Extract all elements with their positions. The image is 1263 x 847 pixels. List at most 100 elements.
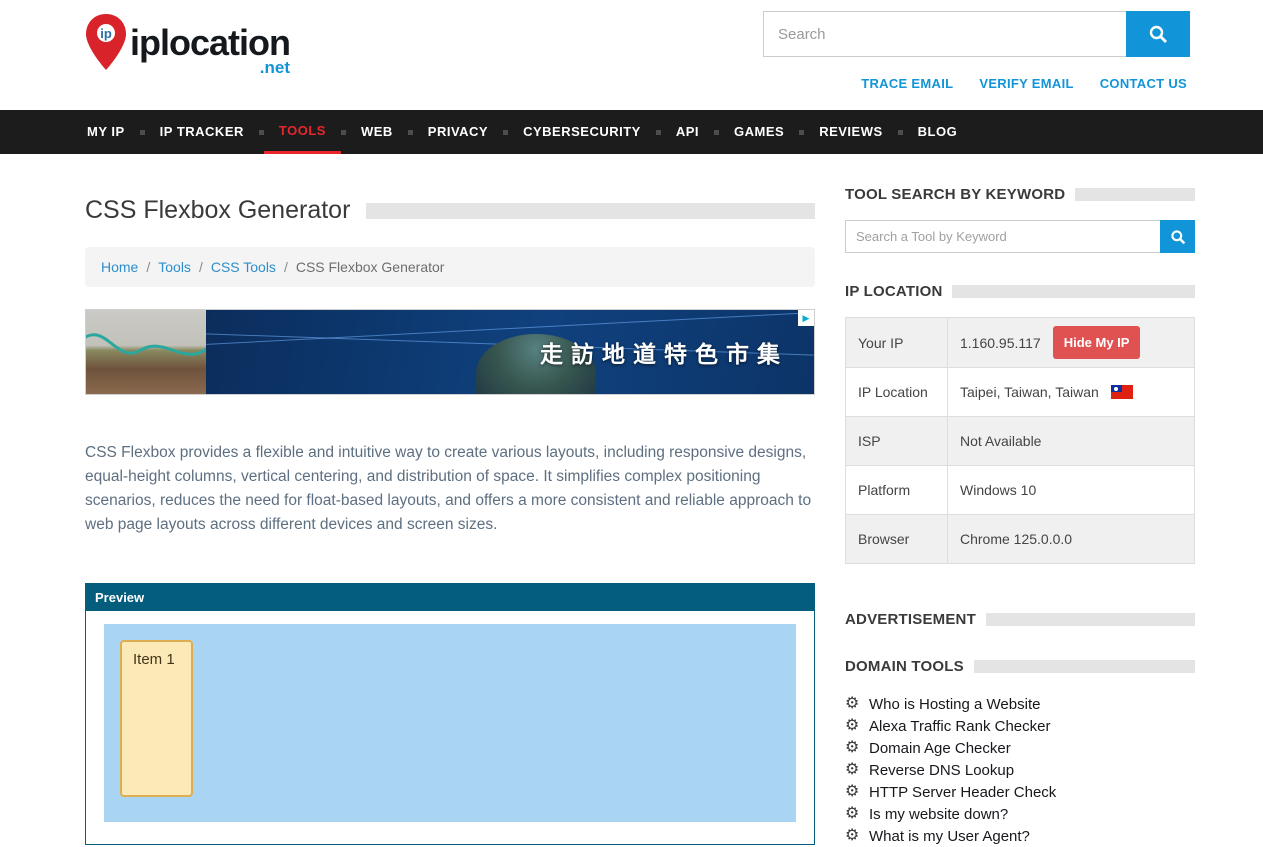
row-value: 1.160.95.117 Hide My IP <box>948 318 1194 367</box>
tool-search-heading-row: TOOL SEARCH BY KEYWORD <box>845 186 1195 203</box>
ip-address-value: 1.160.95.117 <box>960 335 1041 351</box>
row-value: Windows 10 <box>948 466 1194 514</box>
nav-item-web[interactable]: WEB <box>346 110 408 154</box>
advertisement-heading: ADVERTISEMENT <box>845 611 976 628</box>
nav-item-privacy[interactable]: PRIVACY <box>413 110 503 154</box>
breadcrumb-current: CSS Flexbox Generator <box>296 259 445 275</box>
breadcrumb-css-tools[interactable]: CSS Tools <box>211 259 276 275</box>
tool-label: Is my website down? <box>869 806 1008 823</box>
top-header: ip iplocation .net TRACE EMAIL VERIFY EM… <box>0 0 1263 110</box>
verify-email-link[interactable]: VERIFY EMAIL <box>979 76 1073 91</box>
gear-icon: ⚙ <box>845 828 869 844</box>
tool-label: Reverse DNS Lookup <box>869 762 1014 779</box>
ad-banner[interactable]: 走訪地道特色市集 ▶ <box>85 309 815 395</box>
trace-email-link[interactable]: TRACE EMAIL <box>861 76 953 91</box>
hide-my-ip-button[interactable]: Hide My IP <box>1053 326 1141 359</box>
nav-item-ip-tracker[interactable]: IP TRACKER <box>145 110 259 154</box>
row-value: Taipei, Taiwan, Taiwan <box>948 368 1194 416</box>
tool-link-domain-age[interactable]: ⚙ Domain Age Checker <box>845 737 1195 759</box>
heading-decoration-bar <box>952 285 1195 298</box>
site-logo[interactable]: ip iplocation .net <box>84 12 290 76</box>
row-label: ISP <box>846 417 948 465</box>
table-row-isp: ISP Not Available <box>846 417 1194 466</box>
gear-icon: ⚙ <box>845 696 869 712</box>
ip-location-heading-row: IP LOCATION <box>845 283 1195 300</box>
sidebar: TOOL SEARCH BY KEYWORD IP LOCATION Your … <box>845 154 1195 847</box>
flexbox-preview-container: Item 1 <box>104 624 796 822</box>
tool-search <box>845 220 1195 253</box>
breadcrumb-tools[interactable]: Tools <box>158 259 191 275</box>
gear-icon: ⚙ <box>845 806 869 822</box>
tool-search-button[interactable] <box>1160 220 1195 253</box>
page-description: CSS Flexbox provides a flexible and intu… <box>85 441 815 537</box>
nav-item-blog[interactable]: BLOG <box>903 110 973 154</box>
tool-link-website-down[interactable]: ⚙ Is my website down? <box>845 803 1195 825</box>
location-pin-icon: ip <box>84 12 128 74</box>
row-label: Browser <box>846 515 948 563</box>
search-icon <box>1148 24 1168 44</box>
nav-item-reviews[interactable]: REVIEWS <box>804 110 897 154</box>
tool-label: Alexa Traffic Rank Checker <box>869 718 1050 735</box>
breadcrumb-separator: / <box>146 259 150 275</box>
logo-name: iplocation <box>130 26 290 60</box>
nav-item-api[interactable]: API <box>661 110 714 154</box>
tool-label: HTTP Server Header Check <box>869 784 1056 801</box>
table-row-ip-location: IP Location Taipei, Taiwan, Taiwan <box>846 368 1194 417</box>
header-search-input[interactable] <box>763 11 1126 57</box>
heading-decoration-bar <box>974 660 1195 673</box>
heading-decoration-bar <box>1075 188 1195 201</box>
table-row-browser: Browser Chrome 125.0.0.0 <box>846 515 1194 563</box>
breadcrumb: Home / Tools / CSS Tools / CSS Flexbox G… <box>85 247 815 287</box>
row-label: Your IP <box>846 318 948 367</box>
flexbox-preview-item[interactable]: Item 1 <box>120 640 193 797</box>
tool-link-user-agent[interactable]: ⚙ What is my User Agent? <box>845 825 1195 847</box>
taiwan-flag-icon <box>1111 385 1133 399</box>
ad-caption-text: 走訪地道特色市集 <box>540 335 788 369</box>
nav-item-games[interactable]: GAMES <box>719 110 799 154</box>
row-label: IP Location <box>846 368 948 416</box>
row-label: Platform <box>846 466 948 514</box>
page-title: CSS Flexbox Generator <box>85 196 350 225</box>
nav-item-my-ip[interactable]: MY IP <box>72 110 140 154</box>
title-decoration-bar <box>366 203 815 219</box>
main-column: CSS Flexbox Generator Home / Tools / CSS… <box>85 154 815 847</box>
breadcrumb-separator: / <box>284 259 288 275</box>
preview-panel-body: Item 1 <box>86 611 814 844</box>
ad-left-image <box>86 310 206 394</box>
header-links: TRACE EMAIL VERIFY EMAIL CONTACT US <box>861 76 1187 91</box>
tool-link-alexa-rank[interactable]: ⚙ Alexa Traffic Rank Checker <box>845 715 1195 737</box>
nav-item-tools[interactable]: TOOLS <box>264 110 341 154</box>
content-area: CSS Flexbox Generator Home / Tools / CSS… <box>0 154 1263 847</box>
header-search <box>763 11 1190 57</box>
preview-panel: Preview Item 1 <box>85 583 815 845</box>
logo-tld: .net <box>130 60 290 76</box>
main-navbar: MY IP IP TRACKER TOOLS WEB PRIVACY CYBER… <box>0 110 1263 154</box>
table-row-platform: Platform Windows 10 <box>846 466 1194 515</box>
ad-choices-icon[interactable]: ▶ <box>798 310 814 326</box>
ip-location-heading: IP LOCATION <box>845 283 942 300</box>
tool-label: Who is Hosting a Website <box>869 696 1040 713</box>
advertisement-heading-row: ADVERTISEMENT <box>845 611 1195 628</box>
tool-link-http-header[interactable]: ⚙ HTTP Server Header Check <box>845 781 1195 803</box>
tool-label: Domain Age Checker <box>869 740 1011 757</box>
nav-item-cybersecurity[interactable]: CYBERSECURITY <box>508 110 656 154</box>
tool-search-input[interactable] <box>845 220 1160 253</box>
browser-value: Chrome 125.0.0.0 <box>960 531 1072 547</box>
breadcrumb-separator: / <box>199 259 203 275</box>
tool-search-heading: TOOL SEARCH BY KEYWORD <box>845 186 1065 203</box>
header-search-button[interactable] <box>1126 11 1190 57</box>
table-row-your-ip: Your IP 1.160.95.117 Hide My IP <box>846 318 1194 368</box>
gear-icon: ⚙ <box>845 784 869 800</box>
tool-link-who-is-hosting[interactable]: ⚙ Who is Hosting a Website <box>845 693 1195 715</box>
search-icon <box>1170 229 1186 245</box>
breadcrumb-home[interactable]: Home <box>101 259 138 275</box>
logo-text: iplocation .net <box>130 26 290 76</box>
gear-icon: ⚙ <box>845 718 869 734</box>
row-value: Not Available <box>948 417 1194 465</box>
tool-link-reverse-dns[interactable]: ⚙ Reverse DNS Lookup <box>845 759 1195 781</box>
heading-decoration-bar <box>986 613 1195 626</box>
preview-panel-header: Preview <box>86 584 814 611</box>
domain-tools-heading: DOMAIN TOOLS <box>845 658 964 675</box>
contact-us-link[interactable]: CONTACT US <box>1100 76 1187 91</box>
ad-left-graph-line <box>86 310 206 395</box>
